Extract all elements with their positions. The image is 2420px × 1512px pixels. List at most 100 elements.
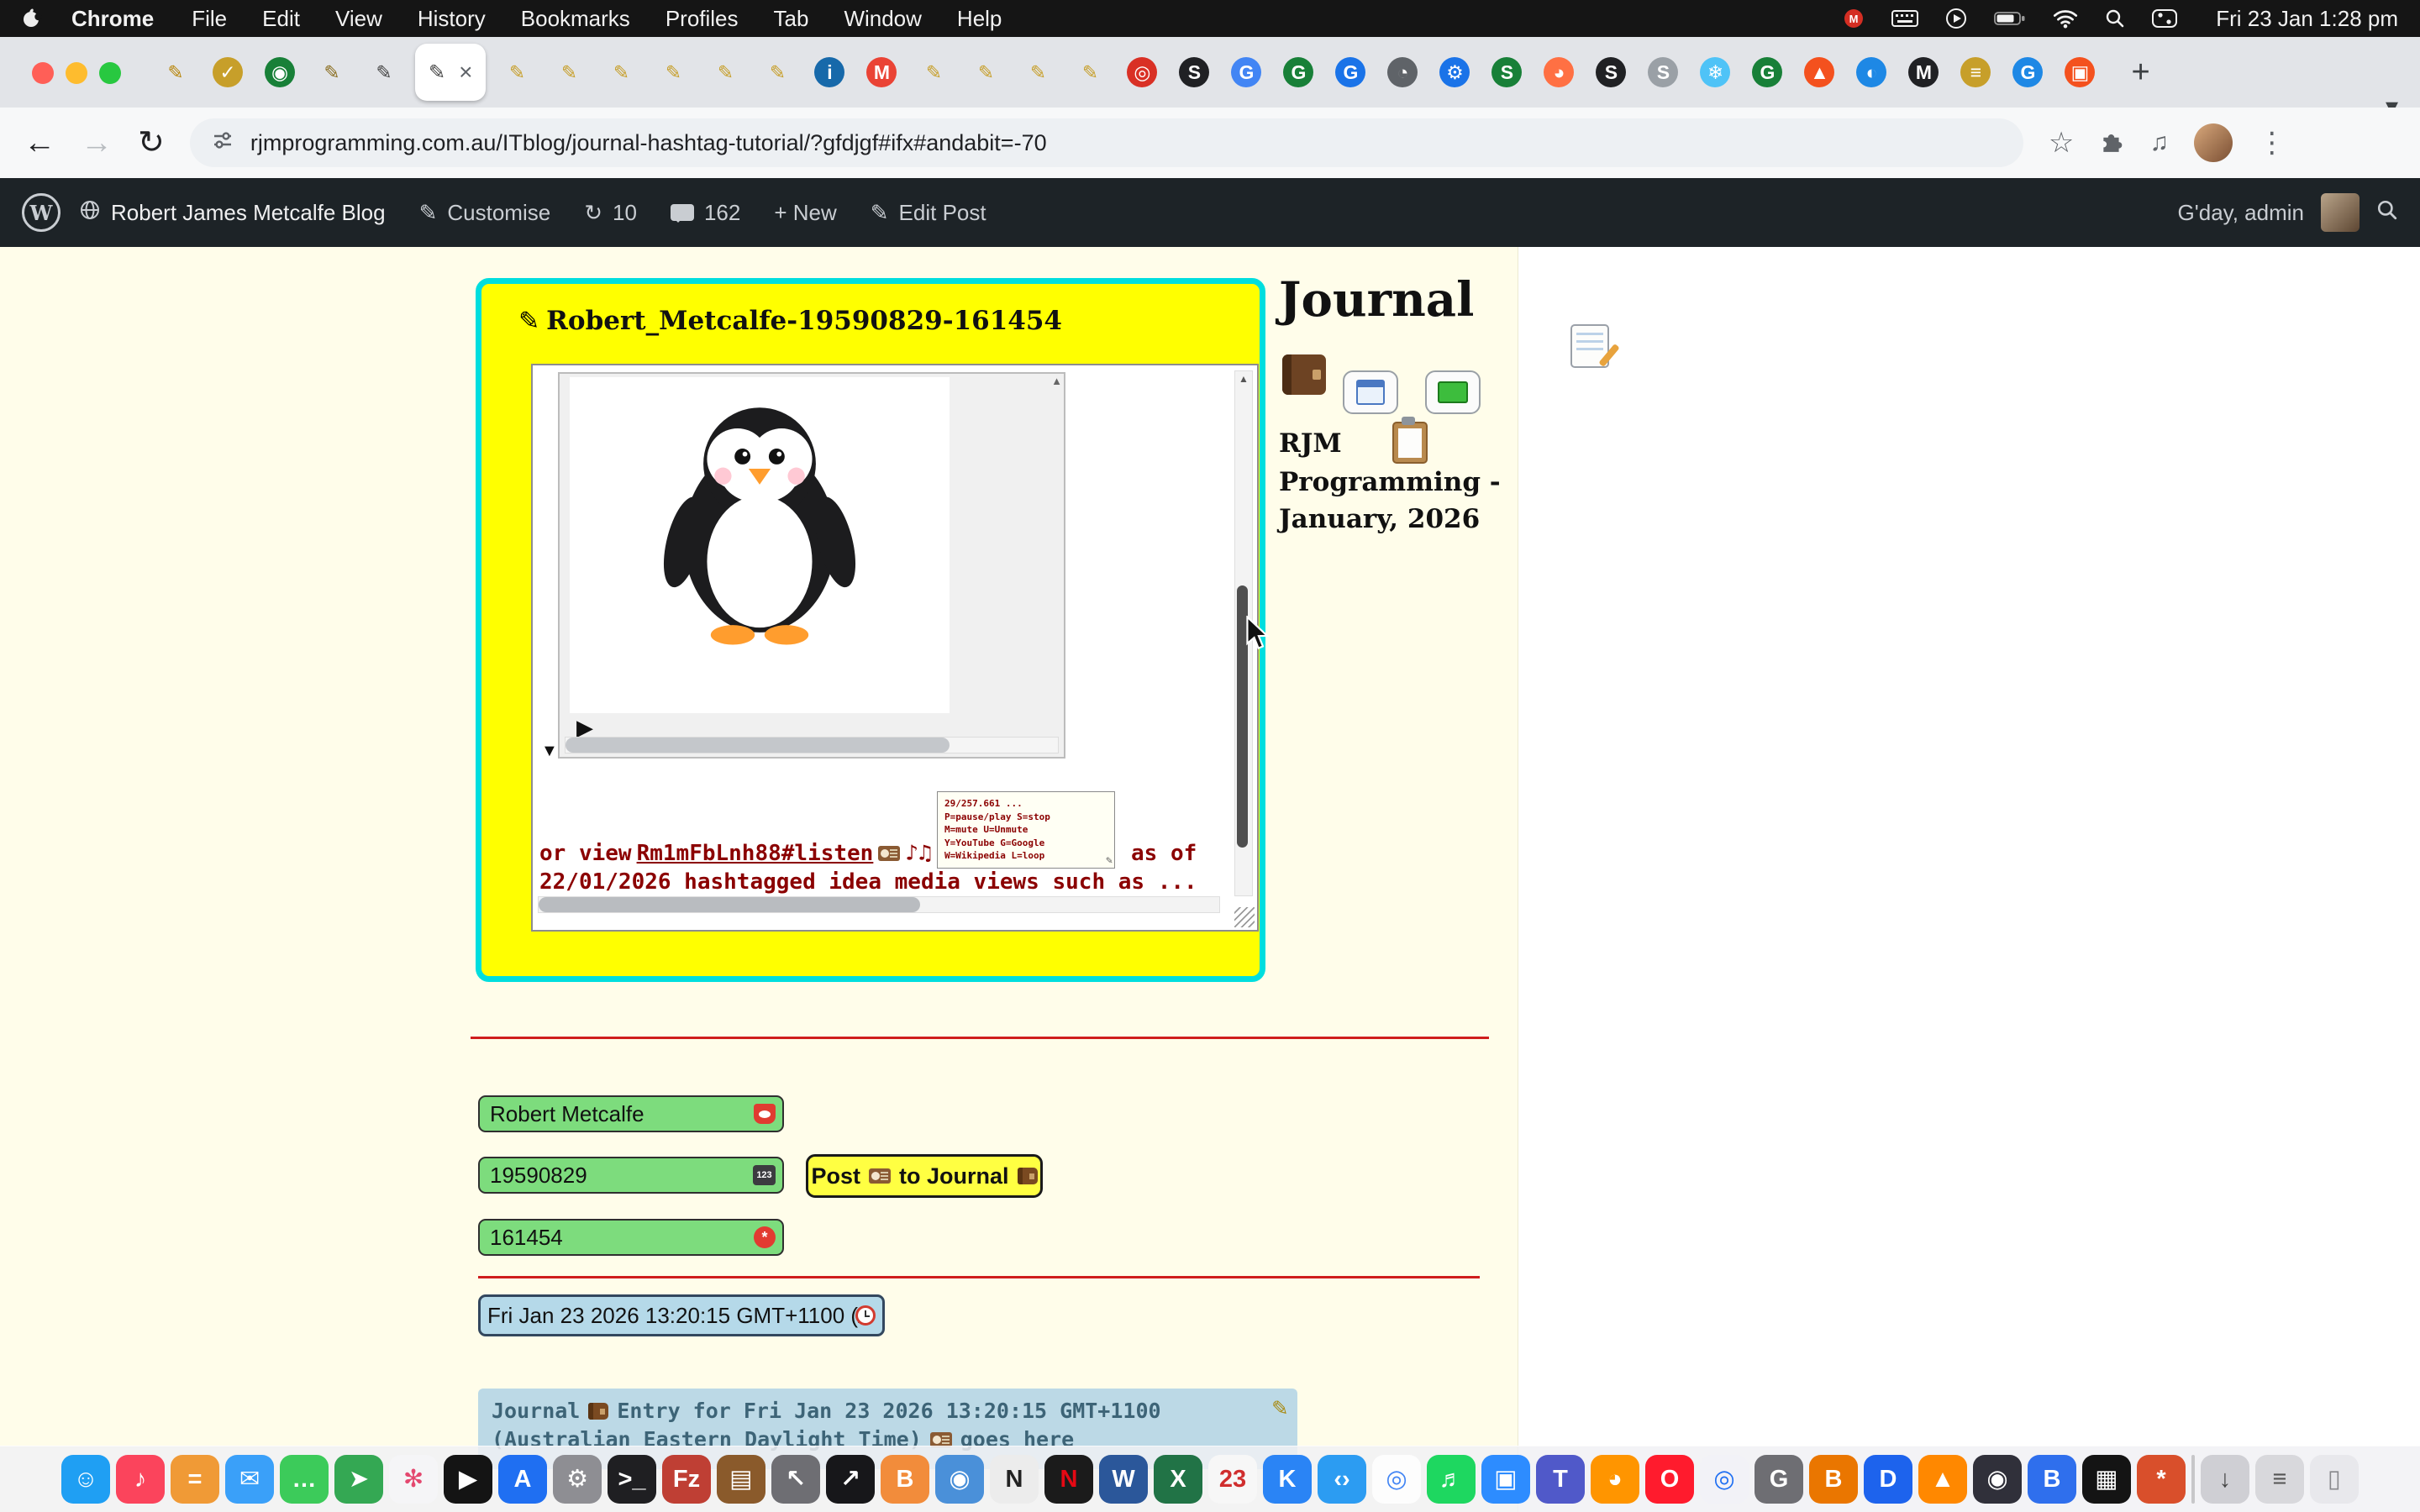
dock-trash[interactable]: ▯ [2310,1455,2359,1504]
dock-netflix[interactable]: N [1044,1455,1093,1504]
menu-item[interactable]: Tab [756,6,827,32]
dock-stocks[interactable]: ↗ [826,1455,875,1504]
resize-handle[interactable] [1234,907,1255,927]
video-canvas[interactable] [570,377,950,713]
dock-vscode[interactable]: ‹› [1318,1455,1366,1504]
dock-zoom[interactable]: ▣ [1481,1455,1530,1504]
wifi-icon[interactable] [2053,8,2078,29]
window-close-button[interactable] [32,62,54,84]
dock-downloads[interactable]: ↓ [2201,1455,2249,1504]
dock-notion[interactable]: N [990,1455,1039,1504]
adminbar-greeting[interactable]: G'day, admin [2178,200,2304,226]
pinned-tab[interactable]: ✎ [647,44,699,101]
notepad-icon[interactable] [1570,324,1609,368]
pinned-tab[interactable]: ✎ [751,44,803,101]
name-input[interactable] [478,1095,784,1132]
edit-pencil-icon[interactable]: ✎ [1272,1394,1287,1422]
menu-item[interactable]: Profiles [648,6,756,32]
wordpress-logo-icon[interactable]: W [22,193,60,232]
details-marker-icon[interactable]: ▼ [541,742,558,761]
datetime-button[interactable]: Fri Jan 23 2026 13:20:15 GMT+1100 (A [478,1294,885,1336]
play-circle-icon[interactable] [1945,8,1967,29]
dock-divider[interactable] [2191,1455,2195,1504]
dock-mail[interactable]: ✉ [225,1455,274,1504]
spotlight-icon[interactable] [2105,8,2125,29]
tab-close-icon[interactable]: × [459,60,472,84]
pinned-tab[interactable]: M [855,44,908,101]
window-minimize-button[interactable] [66,62,87,84]
pinned-tab[interactable]: ◐ [1845,44,1897,101]
play-button[interactable]: ▶ [576,717,593,738]
dob-input[interactable] [478,1157,784,1194]
sidebar-calendar-button[interactable] [1343,370,1398,414]
dock-tv[interactable]: ▶ [444,1455,492,1504]
dock-excel[interactable]: X [1154,1455,1202,1504]
time-input[interactable] [478,1219,784,1256]
dock-docker[interactable]: D [1864,1455,1912,1504]
pinned-tab[interactable]: ✎ [908,44,960,101]
dock-paw[interactable]: * [2137,1455,2186,1504]
dock-bluetooth[interactable]: B [2028,1455,2076,1504]
apple-icon[interactable] [22,8,42,29]
dock-opera[interactable]: O [1645,1455,1694,1504]
profile-avatar[interactable] [2194,123,2233,162]
bookmark-star-icon[interactable]: ☆ [2049,126,2074,160]
sidebar-display-button[interactable] [1425,370,1481,414]
adminbar-new[interactable]: + New [759,200,851,226]
scroll-up-icon[interactable]: ▲ [1235,373,1252,385]
dock-appstore[interactable]: A [498,1455,547,1504]
pinned-tab[interactable]: G [1324,44,1376,101]
pinned-tab[interactable]: M [1897,44,1949,101]
adminbar-comments[interactable]: 162 [655,200,755,226]
adminbar-customise[interactable]: ✎ Customise [404,200,566,226]
menu-item[interactable]: View [318,6,400,32]
extensions-icon[interactable] [2099,129,2124,158]
pinned-tab[interactable]: ▣ [2054,44,2106,101]
dock-vm[interactable]: ▦ [2082,1455,2131,1504]
menu-item[interactable]: Help [939,6,1019,32]
pinned-tab[interactable]: ▲ [1793,44,1845,101]
dock-photos[interactable]: ✻ [389,1455,438,1504]
menu-item[interactable]: Window [826,6,939,32]
menubar-clock[interactable]: Fri 23 Jan 1:28 pm [2216,6,2398,32]
keyboard-icon[interactable] [1891,8,1918,29]
control-center-icon[interactable] [2152,9,2177,28]
player-hscroll-thumb[interactable] [566,738,950,753]
pinned-tab[interactable]: ◕ [1533,44,1585,101]
pinned-tab[interactable]: ✎ [1012,44,1064,101]
adminbar-site-link[interactable]: Robert James Metcalfe Blog [64,199,401,227]
battery-icon[interactable] [1994,10,2026,27]
pinned-tab[interactable]: G [1220,44,1272,101]
pinned-tab[interactable]: G [1272,44,1324,101]
dock-blender[interactable]: B [1809,1455,1858,1504]
site-info-icon[interactable] [212,129,234,157]
dock-camera[interactable]: ◉ [935,1455,984,1504]
pinned-tab[interactable]: i [803,44,855,101]
menu-item[interactable]: History [400,6,503,32]
dock-calculator[interactable]: = [171,1455,219,1504]
dock-calendar[interactable]: 23 [1208,1455,1257,1504]
pinned-tab[interactable]: ✎ [543,44,595,101]
pinned-tab[interactable]: ❄ [1689,44,1741,101]
pinned-tab[interactable]: ◔ [1376,44,1428,101]
media-hub-icon[interactable]: ♫ [2149,129,2169,157]
pinned-tab[interactable]: S [1481,44,1533,101]
pinned-tab[interactable]: ✎ [150,44,202,101]
dock-spotify[interactable]: ♬ [1427,1455,1476,1504]
clipboard-icon[interactable] [1392,422,1428,464]
dock-remote[interactable]: ↖ [771,1455,820,1504]
pinned-tab[interactable]: ✎ [595,44,647,101]
pinned-tab[interactable]: S [1168,44,1220,101]
dock-maps[interactable]: ➤ [334,1455,383,1504]
new-tab-button[interactable]: + [2123,55,2158,91]
dock-keynote[interactable]: K [1263,1455,1312,1504]
dock-packages[interactable]: ▤ [717,1455,765,1504]
forward-button[interactable]: → [81,127,113,159]
pinned-tab[interactable]: ✎ [960,44,1012,101]
dock-firefox[interactable]: ◕ [1591,1455,1639,1504]
dock-chrome[interactable]: ◎ [1372,1455,1421,1504]
pinned-tab[interactable]: ◉ [254,44,306,101]
pinned-tab[interactable]: ✎ [306,44,358,101]
back-button[interactable]: ← [24,127,55,159]
search-icon[interactable] [2376,199,2398,227]
